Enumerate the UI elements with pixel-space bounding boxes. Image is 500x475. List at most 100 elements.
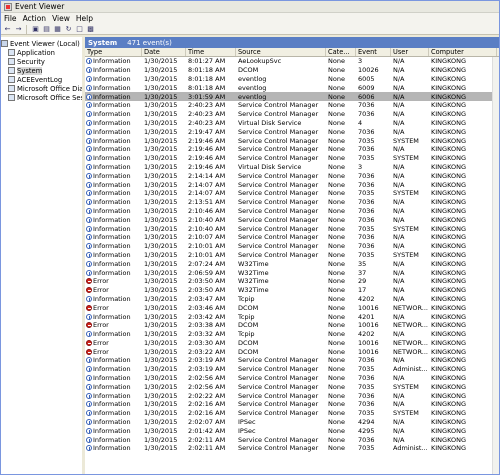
table-row[interactable]: Information 1/30/2015 2:19:46 AM Service Co… xyxy=(85,145,499,154)
table-row[interactable]: Information 1/30/2015 2:19:46 AM Service Co… xyxy=(85,136,499,145)
cell-category: None xyxy=(328,426,345,435)
table-row[interactable]: Information 1/30/2015 2:40:23 AM Service Co… xyxy=(85,110,499,119)
column-header-source[interactable]: Source xyxy=(236,48,326,56)
column-header-user[interactable]: User xyxy=(391,48,429,56)
table-row[interactable]: Information 1/30/2015 2:02:11 AM Service Co… xyxy=(85,435,499,444)
table-row[interactable]: Information 1/30/2015 2:02:07 AM IPSec None 4… xyxy=(85,418,499,427)
table-row[interactable]: Information 1/30/2015 2:02:56 AM Service Co… xyxy=(85,382,499,391)
table-row[interactable]: Information 1/30/2015 2:10:01 AM Service Co… xyxy=(85,242,499,251)
cell-user: N/A xyxy=(393,198,405,207)
tree-item-system[interactable]: System xyxy=(1,66,82,75)
table-row[interactable]: Information 1/30/2015 2:13:51 AM Service Co… xyxy=(85,198,499,207)
cell-user: NETWOR... xyxy=(393,338,428,347)
cell-type: Information xyxy=(85,392,142,400)
table-row[interactable]: Information 1/30/2015 8:01:18 AM DCOM None 10… xyxy=(85,66,499,75)
export-icon[interactable]: ▦ xyxy=(53,25,62,34)
cell-type-label: Information xyxy=(93,382,131,391)
refresh-icon[interactable]: ↻ xyxy=(64,25,73,34)
cell-computer: KINGKONG xyxy=(431,444,467,453)
cell-event: 4202 xyxy=(358,294,375,303)
column-header-time[interactable]: Time xyxy=(186,48,236,56)
cell-event: 4202 xyxy=(358,330,375,339)
table-row[interactable]: Information 1/30/2015 8:01:18 AM eventlog No… xyxy=(85,83,499,92)
column-header-computer[interactable]: Computer xyxy=(429,48,497,56)
table-row[interactable]: Information 1/30/2015 2:03:42 AM Tcpip None 4… xyxy=(85,312,499,321)
table-row[interactable]: Information 1/30/2015 8:01:27 AM AeLookupSv… xyxy=(85,57,499,66)
tree-item-security[interactable]: Security xyxy=(1,57,82,66)
cell-user: SYSTEM xyxy=(393,382,419,391)
table-row[interactable]: Information 1/30/2015 2:14:07 AM Service Co… xyxy=(85,189,499,198)
cell-source: Service Control Manager xyxy=(238,250,319,259)
table-row[interactable]: Information 1/30/2015 2:19:47 AM Service Co… xyxy=(85,127,499,136)
table-row[interactable]: Error 1/30/2015 2:03:46 AM DCOM None 10016 NET… xyxy=(85,303,499,312)
table-row[interactable]: Information 1/30/2015 2:19:46 AM Service Co… xyxy=(85,154,499,163)
table-row[interactable]: Information 1/30/2015 2:02:56 AM Service Co… xyxy=(85,374,499,383)
table-row[interactable]: Information 1/30/2015 2:10:01 AM Service Co… xyxy=(85,251,499,260)
cell-user: SYSTEM xyxy=(393,224,419,233)
table-row[interactable]: Information 1/30/2015 2:10:46 AM Service Co… xyxy=(85,207,499,216)
cell-time: 2:10:40 AM xyxy=(188,224,226,233)
table-row[interactable]: Information 1/30/2015 3:01:59 AM eventlog No… xyxy=(85,92,499,101)
table-row[interactable]: Information 1/30/2015 2:06:59 AM W32Time Non… xyxy=(85,268,499,277)
table-row[interactable]: Information 1/30/2015 2:02:22 AM Service Co… xyxy=(85,391,499,400)
menu-action[interactable]: Action xyxy=(23,14,47,23)
cell-date: 1/30/2015 xyxy=(144,444,178,453)
table-row[interactable]: Information 1/30/2015 2:40:23 AM Service Co… xyxy=(85,101,499,110)
table-row[interactable]: Error 1/30/2015 2:03:30 AM DCOM None 10016 NET… xyxy=(85,339,499,348)
menu-view[interactable]: View xyxy=(52,14,70,23)
tree-item-office-diag[interactable]: Microsoft Office Diag xyxy=(1,84,82,93)
vertical-scrollbar[interactable] xyxy=(492,57,499,474)
cell-event: 7036 xyxy=(358,242,375,251)
table-row[interactable]: Information 1/30/2015 2:03:19 AM Service Co… xyxy=(85,356,499,365)
cell-source: DCOM xyxy=(238,338,259,347)
table-row[interactable]: Information 1/30/2015 2:19:46 AM Virtual Di… xyxy=(85,163,499,172)
forward-icon[interactable]: → xyxy=(14,25,23,34)
tree-item-label: Microsoft Office Diag xyxy=(17,84,85,93)
cell-source: DCOM xyxy=(238,321,259,330)
table-row[interactable]: Information 1/30/2015 2:03:19 AM Service Co… xyxy=(85,365,499,374)
information-icon xyxy=(86,295,92,302)
up-icon[interactable]: ▣ xyxy=(31,25,40,34)
cell-time: 2:14:07 AM xyxy=(188,180,226,189)
table-row[interactable]: Information 1/30/2015 2:14:14 AM Service Co… xyxy=(85,171,499,180)
column-header-type[interactable]: Type xyxy=(85,48,142,56)
tree-item-application[interactable]: Application xyxy=(1,48,82,57)
table-row[interactable]: Error 1/30/2015 2:03:22 AM DCOM None 10016 NET… xyxy=(85,347,499,356)
table-row[interactable]: Information 1/30/2015 2:01:42 AM IPSec None 4… xyxy=(85,426,499,435)
menu-file[interactable]: File xyxy=(4,14,17,23)
properties-icon[interactable]: ▤ xyxy=(42,25,51,34)
table-row[interactable]: Information 1/30/2015 2:02:16 AM Service Co… xyxy=(85,409,499,418)
table-row[interactable]: Information 1/30/2015 2:10:40 AM Service Co… xyxy=(85,215,499,224)
table-row[interactable]: Information 1/30/2015 2:02:16 AM Service Co… xyxy=(85,400,499,409)
console-icon[interactable]: ▩ xyxy=(86,25,95,34)
cell-date: 1/30/2015 xyxy=(144,154,178,163)
table-row[interactable]: Error 1/30/2015 2:03:50 AM W32Time None 17 N/A… xyxy=(85,286,499,295)
column-header-category[interactable]: Cate... xyxy=(326,48,356,56)
tree-item-aceeventlog[interactable]: ACEEventLog xyxy=(1,75,82,84)
cell-date: 1/30/2015 xyxy=(144,374,178,383)
column-header-date[interactable]: Date xyxy=(142,48,186,56)
cell-date: 1/30/2015 xyxy=(144,347,178,356)
menu-help[interactable]: Help xyxy=(76,14,93,23)
tree-item-office-sess[interactable]: Microsoft Office Sess xyxy=(1,93,82,102)
table-row[interactable]: Information 1/30/2015 2:10:40 AM Service Co… xyxy=(85,224,499,233)
cell-user: N/A xyxy=(393,127,405,136)
cell-user: SYSTEM xyxy=(393,154,419,163)
column-header-event[interactable]: Event xyxy=(356,48,391,56)
help-icon[interactable]: □ xyxy=(75,25,84,34)
table-row[interactable]: Information 1/30/2015 2:40:23 AM Virtual Di… xyxy=(85,119,499,128)
back-icon[interactable]: ← xyxy=(3,25,12,34)
table-row[interactable]: Information 1/30/2015 2:02:11 AM Service Co… xyxy=(85,444,499,453)
table-row[interactable]: Information 1/30/2015 2:10:07 AM Service Co… xyxy=(85,233,499,242)
tree-root[interactable]: Event Viewer (Local) xyxy=(1,39,82,48)
table-row[interactable]: Information 1/30/2015 8:01:18 AM eventlog No… xyxy=(85,75,499,84)
table-row[interactable]: Error 1/30/2015 2:03:50 AM W32Time None 29 N/A… xyxy=(85,277,499,286)
table-row[interactable]: Information 1/30/2015 2:03:32 AM Tcpip None 4… xyxy=(85,330,499,339)
table-row[interactable]: Information 1/30/2015 2:07:24 AM W32Time Non… xyxy=(85,259,499,268)
cell-computer: KINGKONG xyxy=(431,409,467,418)
table-row[interactable]: Information 1/30/2015 2:03:47 AM Tcpip None 4… xyxy=(85,295,499,304)
cell-source: Service Control Manager xyxy=(238,180,319,189)
table-row[interactable]: Information 1/30/2015 2:14:07 AM Service Co… xyxy=(85,180,499,189)
table-row[interactable]: Error 1/30/2015 2:03:38 AM DCOM None 10016 NET… xyxy=(85,321,499,330)
cell-category: None xyxy=(328,189,345,198)
